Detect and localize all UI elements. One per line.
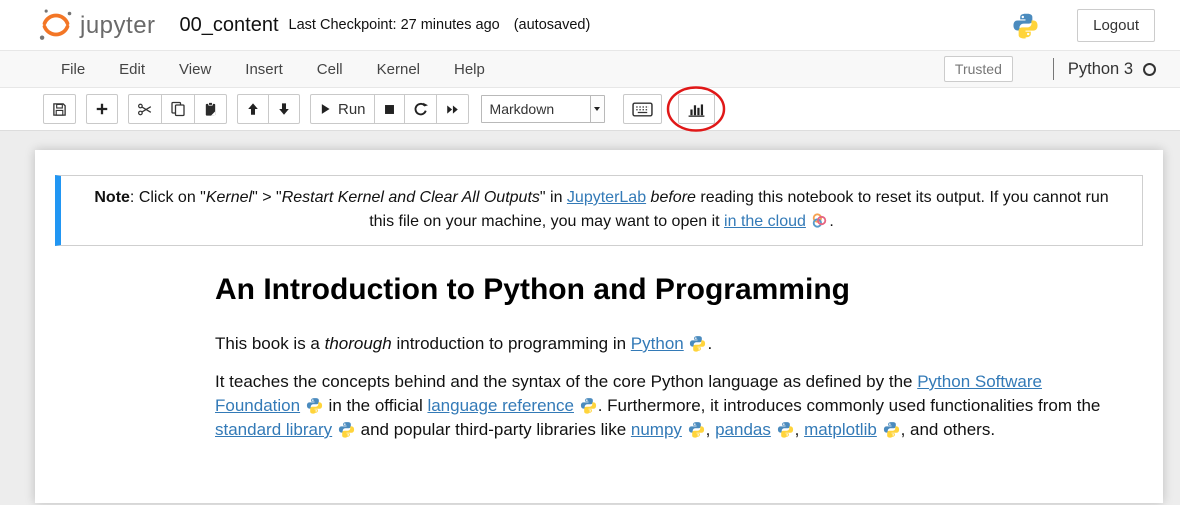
autosave-status: (autosaved) — [514, 17, 591, 33]
stop-icon — [383, 103, 396, 116]
cell-type-value: Markdown — [482, 101, 590, 117]
menu-file[interactable]: File — [44, 61, 102, 78]
restart-run-all-icon — [445, 103, 460, 116]
cut-cell-button[interactable] — [128, 94, 162, 124]
run-button[interactable]: Run — [310, 94, 375, 124]
link-jupyterlab[interactable]: JupyterLab — [567, 189, 646, 206]
run-icon — [319, 102, 332, 116]
python-logo-icon — [883, 421, 900, 438]
python-logo-icon — [689, 335, 706, 352]
link-numpy[interactable]: numpy — [631, 420, 682, 439]
menubar: File Edit View Insert Cell Kernel Help T… — [0, 50, 1180, 88]
jupyter-logo-icon — [38, 7, 74, 43]
move-cell-up-button[interactable] — [237, 94, 269, 124]
add-cell-icon — [95, 102, 109, 116]
move-up-icon — [246, 102, 260, 116]
paste-icon — [203, 101, 218, 117]
move-down-icon — [277, 102, 291, 116]
menu-view[interactable]: View — [162, 61, 228, 78]
paste-cell-button[interactable] — [194, 94, 227, 124]
menu-help[interactable]: Help — [437, 61, 502, 78]
restart-run-all-button[interactable] — [436, 94, 469, 124]
italic-text: before — [651, 189, 696, 206]
run-label: Run — [338, 101, 366, 118]
kernel-divider — [1053, 58, 1054, 80]
menu-edit[interactable]: Edit — [102, 61, 162, 78]
link-python[interactable]: Python — [631, 334, 684, 353]
note-callout: Note: Click on "Kernel" > "Restart Kerne… — [55, 175, 1143, 246]
restart-kernel-icon — [413, 102, 428, 117]
toolbar: Run Markdown — [0, 88, 1180, 131]
copy-cell-button[interactable] — [161, 94, 195, 124]
command-palette-icon — [632, 102, 653, 117]
page-title: An Introduction to Python and Programmin… — [215, 278, 1118, 302]
kernel-idle-icon — [1143, 63, 1156, 76]
menu-insert[interactable]: Insert — [228, 61, 300, 78]
python-logo-icon — [688, 421, 705, 438]
notebook-title[interactable]: 00_content — [180, 14, 279, 37]
link-pandas[interactable]: pandas — [715, 420, 771, 439]
link-standard-library[interactable]: standard library — [215, 420, 332, 439]
cut-icon — [137, 102, 153, 117]
python-logo-icon — [777, 421, 794, 438]
python-logo-icon — [306, 397, 323, 414]
kernel-name: Python 3 — [1068, 60, 1133, 79]
italic-text: Kernel — [206, 189, 252, 206]
menu-kernel[interactable]: Kernel — [360, 61, 437, 78]
python-logo-icon — [1012, 12, 1039, 39]
notebook-page: Note: Click on "Kernel" > "Restart Kerne… — [35, 150, 1163, 503]
jupyter-logo-text: jupyter — [80, 12, 156, 40]
move-cell-down-button[interactable] — [268, 94, 300, 124]
checkpoint-status: Last Checkpoint: 27 minutes ago — [289, 17, 500, 33]
trusted-badge[interactable]: Trusted — [944, 56, 1013, 82]
open-chart-button[interactable] — [678, 94, 715, 124]
logout-button[interactable]: Logout — [1077, 9, 1155, 42]
link-language-reference[interactable]: language reference — [427, 396, 574, 415]
save-icon — [52, 102, 67, 117]
python-logo-icon — [580, 397, 597, 414]
command-palette-button[interactable] — [623, 94, 662, 124]
jupyter-logo[interactable]: jupyter — [38, 7, 156, 43]
notebook-area: Note: Click on "Kernel" > "Restart Kerne… — [0, 131, 1180, 503]
bold-text: Note — [94, 189, 130, 206]
restart-kernel-button[interactable] — [404, 94, 437, 124]
chevron-down-icon — [590, 96, 604, 122]
italic-text: thorough — [325, 334, 392, 353]
open-chart-icon — [687, 102, 706, 117]
link-in-the-cloud[interactable]: in the cloud — [724, 213, 806, 230]
paragraph-details: It teaches the concepts behind and the s… — [215, 370, 1118, 442]
link-python-software-foundation[interactable]: Python Software Foundation — [215, 372, 1042, 415]
header: jupyter 00_content Last Checkpoint: 27 m… — [0, 0, 1180, 50]
cell-type-dropdown[interactable]: Markdown — [481, 95, 605, 123]
binder-icon — [811, 212, 828, 229]
python-logo-icon — [338, 421, 355, 438]
italic-text: Restart Kernel and Clear All Outputs — [282, 189, 540, 206]
paragraph-intro: This book is a thorough introduction to … — [215, 332, 1118, 356]
add-cell-button[interactable] — [86, 94, 118, 124]
markdown-cell: An Introduction to Python and Programmin… — [215, 278, 1118, 442]
save-button[interactable] — [43, 94, 76, 124]
menu-cell[interactable]: Cell — [300, 61, 360, 78]
interrupt-kernel-button[interactable] — [374, 94, 405, 124]
link-matplotlib[interactable]: matplotlib — [804, 420, 877, 439]
copy-icon — [170, 101, 186, 117]
